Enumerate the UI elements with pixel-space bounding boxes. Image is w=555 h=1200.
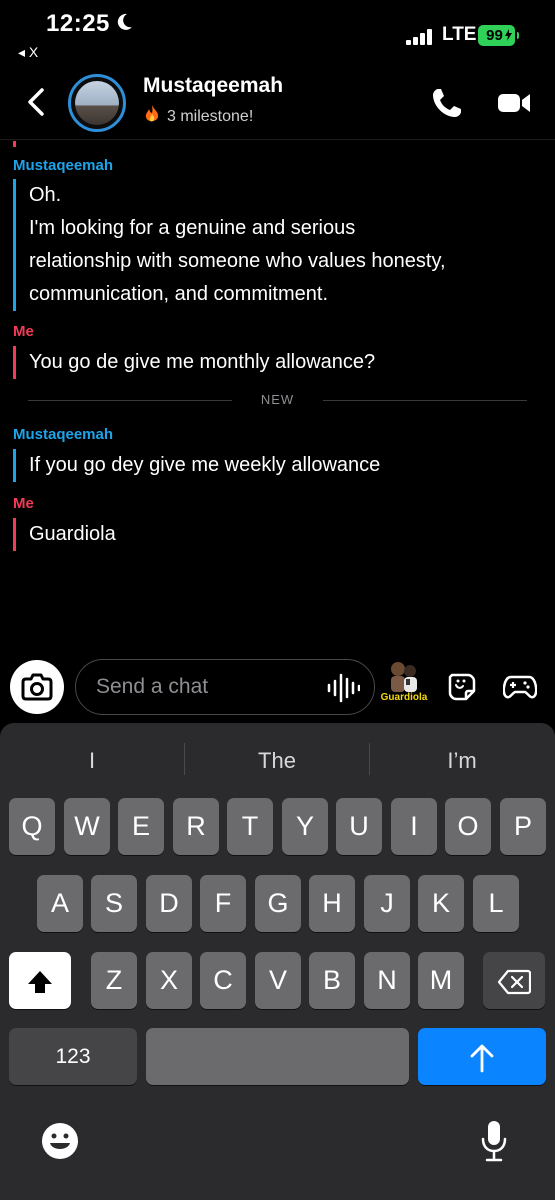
camera-icon <box>21 673 53 701</box>
key-z[interactable]: Z <box>91 952 137 1009</box>
key-n[interactable]: N <box>364 952 410 1009</box>
new-messages-divider: NEW <box>28 392 527 408</box>
chat-area[interactable]: Mustaqeemah Oh. I'm looking for a genuin… <box>0 141 555 651</box>
key-b[interactable]: B <box>309 952 355 1009</box>
key-h[interactable]: H <box>309 875 355 932</box>
key-o[interactable]: O <box>445 798 491 855</box>
key-k[interactable]: K <box>418 875 464 932</box>
battery-indicator: 99 <box>478 25 519 46</box>
phone-icon[interactable] <box>430 86 464 120</box>
space-bar[interactable] <box>146 1028 409 1085</box>
network-type: LTE <box>442 24 477 45</box>
previous-message-bar <box>13 141 16 147</box>
sender-label: Mustaqeemah <box>13 426 114 443</box>
key-x[interactable]: X <box>146 952 192 1009</box>
keyboard: I The I’m Q W E R T Y U I O P A S D F G … <box>0 723 555 1200</box>
message-line: I'm looking for a genuine and serious <box>29 217 356 239</box>
send-arrow-icon <box>470 1044 494 1073</box>
key-j[interactable]: J <box>364 875 410 932</box>
key-l[interactable]: L <box>473 875 519 932</box>
key-u[interactable]: U <box>336 798 382 855</box>
key-g[interactable]: G <box>255 875 301 932</box>
shift-arrow-icon <box>28 970 52 993</box>
backspace-icon <box>497 969 532 994</box>
battery-level: 99 <box>486 27 503 44</box>
game-controller-icon[interactable] <box>503 673 537 701</box>
key-e[interactable]: E <box>118 798 164 855</box>
streak-status: 3 milestone! <box>143 104 253 126</box>
chat-input-bar: Guardiola <box>0 651 555 723</box>
message-bubble[interactable]: Oh. I'm looking for a genuine and seriou… <box>13 179 446 311</box>
video-camera-icon[interactable] <box>496 89 532 117</box>
key-d[interactable]: D <box>146 875 192 932</box>
camera-button[interactable] <box>10 660 64 714</box>
key-w[interactable]: W <box>64 798 110 855</box>
voice-waveform-icon[interactable] <box>326 673 360 703</box>
status-bar: 12:25 ◂ X LTE 99 <box>0 0 555 64</box>
fire-icon <box>145 105 159 122</box>
key-s[interactable]: S <box>91 875 137 932</box>
sender-label: Mustaqeemah <box>13 157 114 174</box>
suggestion-3[interactable]: I’m <box>384 735 540 787</box>
microphone-icon[interactable] <box>478 1119 510 1163</box>
numbers-key[interactable]: 123 <box>9 1028 137 1085</box>
message-bubble[interactable]: If you go dey give me weekly allowance <box>13 449 380 482</box>
streak-text: 3 milestone! <box>167 108 254 125</box>
sender-label: Me <box>13 495 34 512</box>
key-c[interactable]: C <box>200 952 246 1009</box>
status-time: 12:25 <box>46 10 110 37</box>
key-m[interactable]: M <box>418 952 464 1009</box>
message-line: Guardiola <box>29 523 116 545</box>
sender-label: Me <box>13 323 34 340</box>
key-t[interactable]: T <box>227 798 273 855</box>
contact-name[interactable]: Mustaqeemah <box>143 74 283 98</box>
signal-icon <box>406 29 434 45</box>
shift-key[interactable] <box>9 952 71 1009</box>
new-divider-label: NEW <box>260 392 295 407</box>
message-line: Oh. <box>29 184 62 206</box>
back-chevron-icon[interactable] <box>22 84 52 120</box>
message-line: communication, and commitment. <box>29 283 329 305</box>
message-bubble[interactable]: Guardiola <box>13 518 116 551</box>
key-v[interactable]: V <box>255 952 301 1009</box>
key-r[interactable]: R <box>173 798 219 855</box>
back-to-app-link[interactable]: ◂ X <box>18 44 38 61</box>
key-q[interactable]: Q <box>9 798 55 855</box>
key-i[interactable]: I <box>391 798 437 855</box>
sticker-icon[interactable] <box>446 671 478 703</box>
avatar[interactable] <box>68 74 126 132</box>
message-line: If you go dey give me weekly allowance <box>29 454 381 476</box>
bitmoji-label: Guardiola <box>380 692 428 703</box>
key-f[interactable]: F <box>200 875 246 932</box>
suggestion-1[interactable]: I <box>14 735 170 787</box>
suggestion-2[interactable]: The <box>198 735 356 787</box>
send-key[interactable] <box>418 1028 546 1085</box>
message-line: relationship with someone who values hon… <box>29 250 446 272</box>
moon-icon <box>117 13 132 30</box>
message-line: You go de give me monthly allowance? <box>29 351 376 373</box>
key-y[interactable]: Y <box>282 798 328 855</box>
chat-header: Mustaqeemah 3 milestone! <box>0 64 555 140</box>
backspace-key[interactable] <box>483 952 545 1009</box>
key-p[interactable]: P <box>500 798 546 855</box>
key-a[interactable]: A <box>37 875 83 932</box>
emoji-icon[interactable] <box>40 1121 80 1161</box>
message-bubble[interactable]: You go de give me monthly allowance? <box>13 346 375 379</box>
